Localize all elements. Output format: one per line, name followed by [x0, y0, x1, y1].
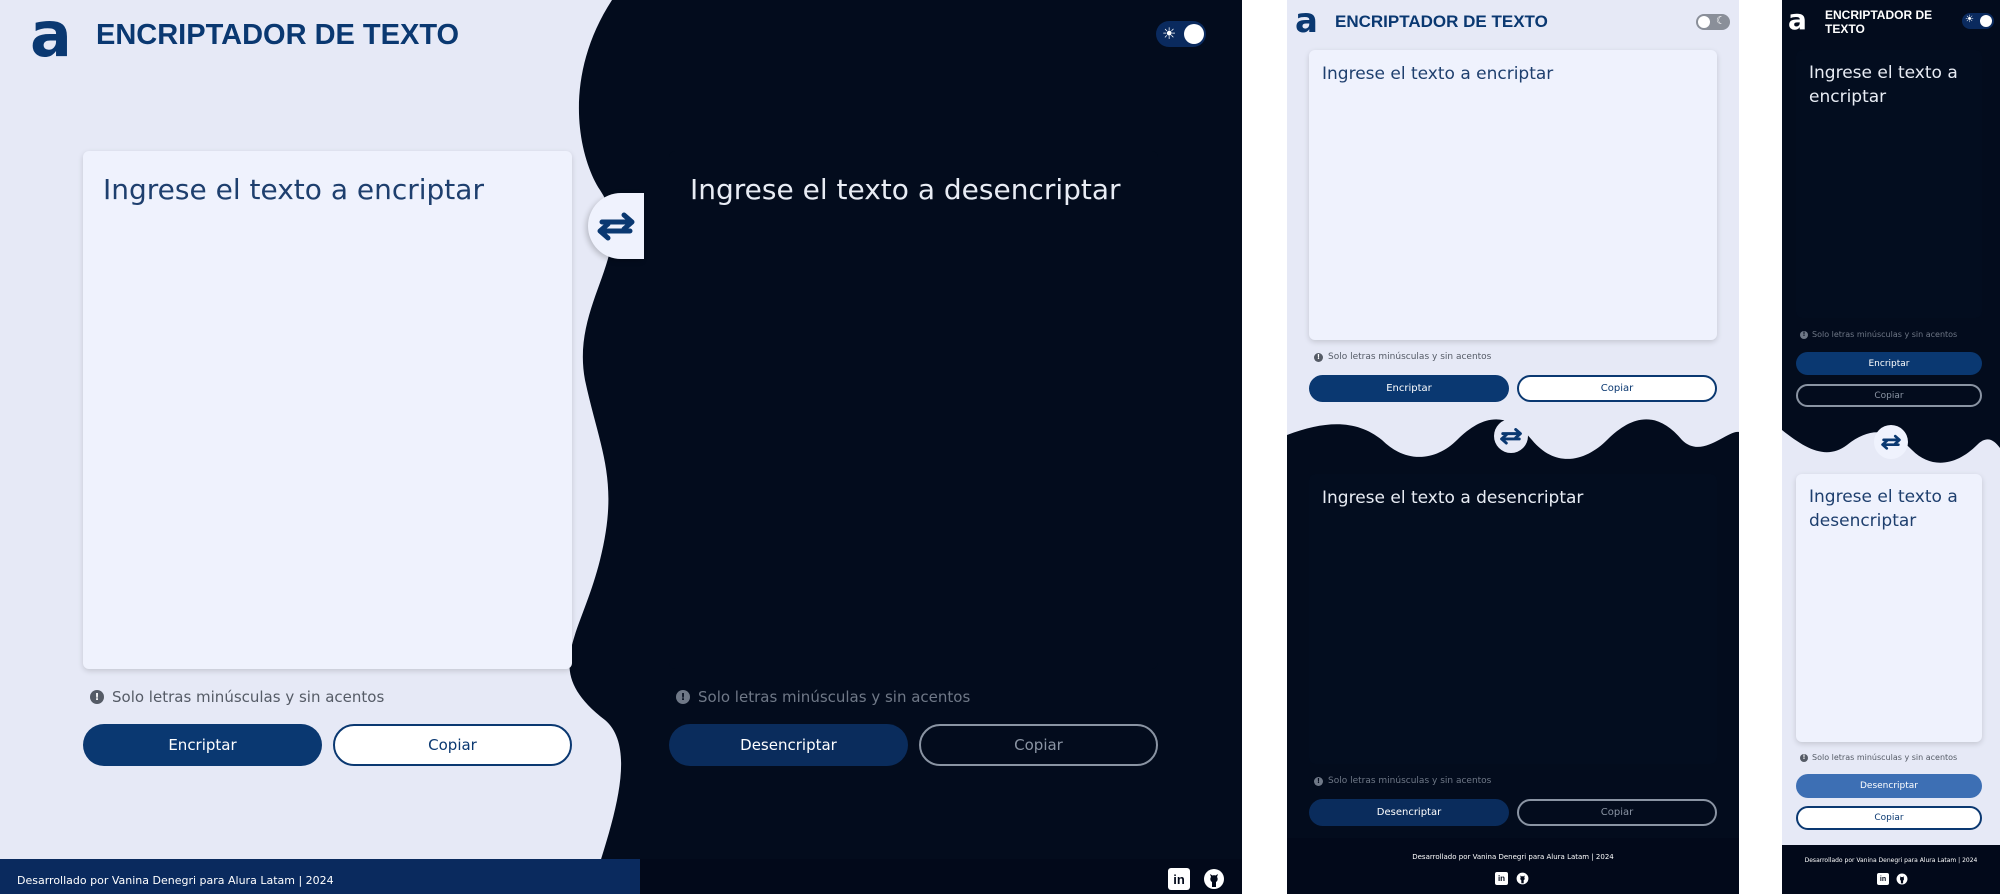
decrypt-hint-text: Solo letras minúsculas y sin acentos — [1328, 776, 1492, 786]
decrypt-hint-text: Solo letras minúsculas y sin acentos — [1812, 753, 1958, 762]
encrypt-hint: ! Solo letras minúsculas y sin acentos — [1314, 352, 1491, 362]
encrypt-textarea[interactable]: Ingrese el texto a encriptar — [1309, 50, 1717, 340]
encrypt-hint: ! Solo letras minúsculas y sin acentos — [1800, 330, 1957, 339]
footer-social: in — [1877, 873, 1908, 885]
copy-button[interactable]: Copiar — [1517, 375, 1717, 402]
footer-credit: Desarrollado por Vanina Denegri para Alu… — [17, 874, 334, 887]
copy-button-dark[interactable]: Copiar — [1517, 799, 1717, 826]
info-icon: ! — [676, 690, 690, 704]
sun-icon: ☀ — [1162, 24, 1177, 43]
info-icon: ! — [1800, 753, 1808, 762]
moon-icon: ☾ — [1716, 14, 1726, 27]
encrypt-placeholder: Ingrese el texto a encriptar — [1809, 63, 1958, 107]
encrypt-textarea[interactable]: Ingrese el texto a encriptar — [1796, 50, 1982, 318]
decrypt-button[interactable]: Desencriptar — [669, 724, 908, 766]
swap-arrows-icon — [597, 212, 635, 241]
encrypt-placeholder: Ingrese el texto a encriptar — [1322, 64, 1554, 84]
app-logo[interactable]: a — [1295, 4, 1318, 38]
encrypt-button[interactable]: Encriptar — [83, 724, 322, 766]
encrypt-button[interactable]: Encriptar — [1309, 375, 1509, 402]
toggle-knob — [1184, 24, 1204, 44]
info-icon: ! — [1800, 330, 1808, 339]
app-logo[interactable]: a — [30, 4, 72, 66]
copy-button-dark[interactable]: Copiar — [1796, 384, 1982, 407]
footer-credit: Desarrollado por Vanina Denegri para Alu… — [1412, 853, 1614, 861]
encrypt-hint-text: Solo letras minúsculas y sin acentos — [1328, 352, 1492, 362]
decrypt-placeholder: Ingrese el texto a desencriptar — [1322, 488, 1584, 508]
decrypt-hint: ! Solo letras minúsculas y sin acentos — [676, 688, 970, 706]
encrypt-hint-text: Solo letras minúsculas y sin acentos — [1812, 330, 1958, 339]
github-icon[interactable] — [1896, 873, 1908, 885]
mobile-view: a ENCRIPTADOR DE TEXTO ☀ Ingrese el text… — [1782, 0, 2000, 894]
toggle-knob — [1698, 16, 1710, 28]
footer-social: in — [1168, 868, 1225, 890]
github-icon[interactable] — [1516, 872, 1529, 885]
decrypt-hint-text: Solo letras minúsculas y sin acentos — [698, 688, 971, 706]
swap-arrows-icon — [1881, 434, 1901, 450]
encrypt-hint-text: Solo letras minúsculas y sin acentos — [112, 688, 385, 706]
decrypt-textarea[interactable]: Ingrese el texto a desencriptar — [1796, 474, 1982, 742]
linkedin-icon[interactable]: in — [1877, 873, 1889, 885]
encrypt-placeholder: Ingrese el texto a encriptar — [103, 173, 484, 206]
decrypt-button[interactable]: Desencriptar — [1309, 799, 1509, 826]
app-logo[interactable]: a — [1788, 6, 1807, 34]
screenshot-collage: a ENCRIPTADOR DE TEXTO ☀ Ingrese el text… — [0, 0, 2000, 894]
page-title: ENCRIPTADOR DE TEXTO — [1825, 8, 1933, 36]
swap-button[interactable] — [1874, 425, 1908, 459]
decrypt-hint: ! Solo letras minúsculas y sin acentos — [1314, 776, 1491, 786]
theme-toggle[interactable]: ☾ — [1696, 14, 1730, 30]
decrypt-textarea[interactable]: Ingrese el texto a desencriptar — [669, 151, 1158, 669]
copy-button[interactable]: Copiar — [333, 724, 572, 766]
swap-arrows-icon — [1500, 428, 1522, 445]
encrypt-button[interactable]: Encriptar — [1796, 352, 1982, 375]
footer-social: in — [1495, 872, 1529, 885]
encrypt-hint: ! Solo letras minúsculas y sin acentos — [90, 688, 384, 706]
tablet-view: a ENCRIPTADOR DE TEXTO ☾ Ingrese el text… — [1287, 0, 1739, 894]
sun-icon: ☀ — [1965, 14, 1974, 25]
copy-button[interactable]: Copiar — [1796, 806, 1982, 830]
linkedin-icon[interactable]: in — [1168, 868, 1190, 890]
copy-button-dark[interactable]: Copiar — [919, 724, 1158, 766]
github-icon[interactable] — [1203, 868, 1225, 890]
encrypt-textarea[interactable]: Ingrese el texto a encriptar — [83, 151, 572, 669]
linkedin-icon[interactable]: in — [1495, 872, 1508, 885]
info-icon: ! — [90, 690, 104, 704]
theme-toggle[interactable]: ☀ — [1156, 21, 1206, 47]
info-icon: ! — [1314, 776, 1323, 786]
decrypt-placeholder: Ingrese el texto a desencriptar — [690, 173, 1121, 206]
swap-button[interactable] — [1494, 419, 1528, 453]
footer-credit: Desarrollado por Vanina Denegri para Alu… — [1804, 857, 1978, 864]
page-title: ENCRIPTADOR DE TEXTO — [1335, 12, 1548, 31]
page-title: ENCRIPTADOR DE TEXTO — [96, 19, 460, 51]
toggle-knob — [1980, 15, 1992, 27]
desktop-view: a ENCRIPTADOR DE TEXTO ☀ Ingrese el text… — [0, 0, 1242, 894]
decrypt-placeholder: Ingrese el texto a desencriptar — [1809, 487, 1958, 531]
theme-toggle[interactable]: ☀ — [1962, 13, 1994, 29]
info-icon: ! — [1314, 352, 1323, 362]
decrypt-hint: ! Solo letras minúsculas y sin acentos — [1800, 753, 1957, 762]
decrypt-button[interactable]: Desencriptar — [1796, 774, 1982, 798]
decrypt-textarea[interactable]: Ingrese el texto a desencriptar — [1309, 474, 1717, 764]
